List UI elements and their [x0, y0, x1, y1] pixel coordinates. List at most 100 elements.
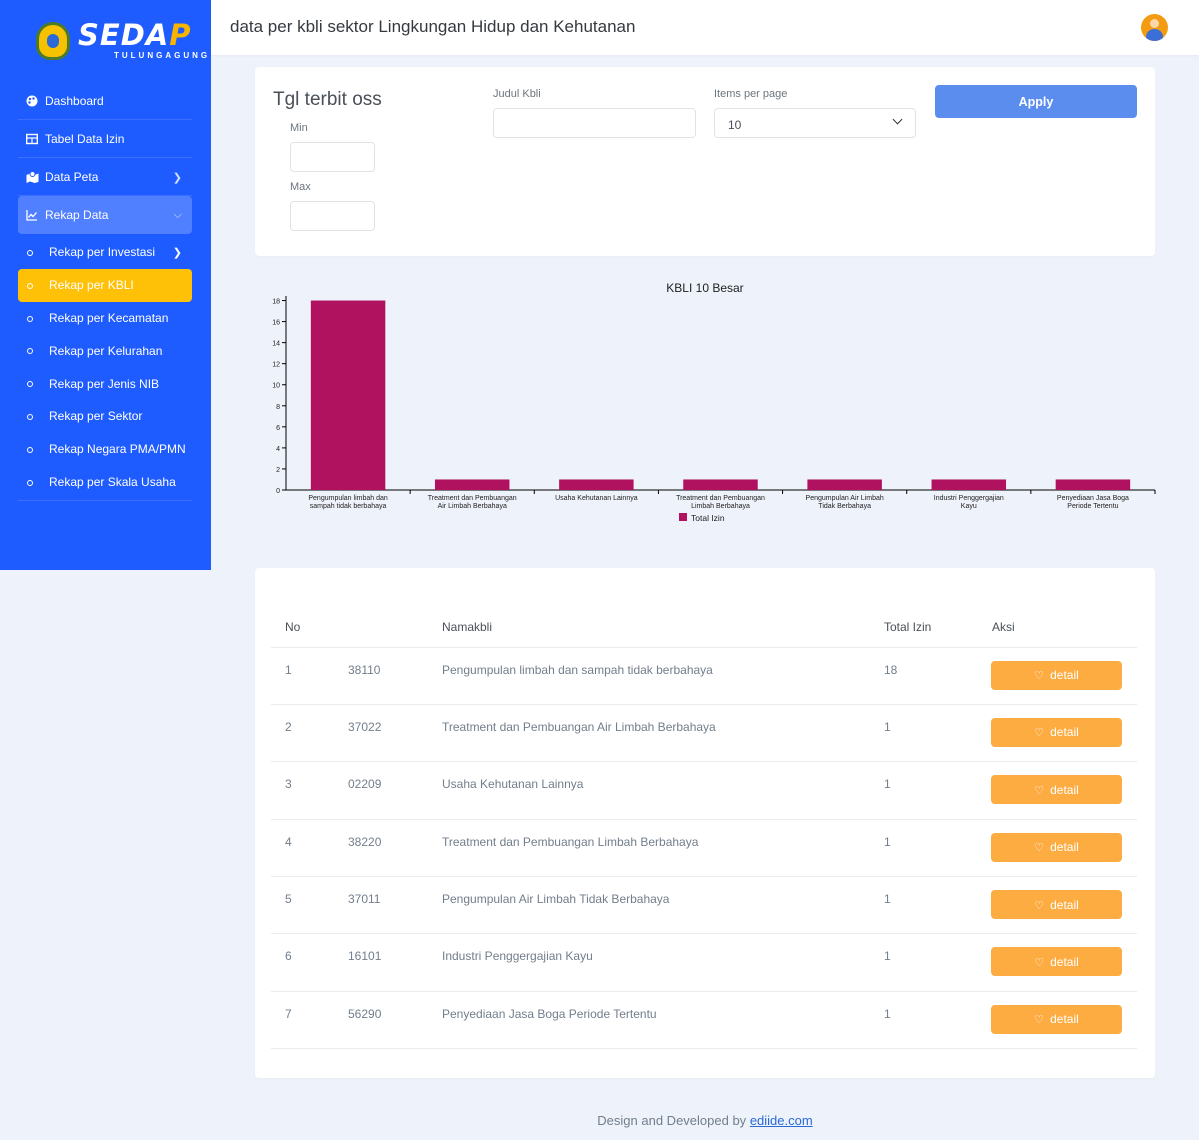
- detail-button[interactable]: ♡ detail: [991, 1004, 1122, 1034]
- cell-namakbli: Pengumpulan limbah dan sampah tidak berb…: [428, 647, 870, 705]
- cell-total-izin: 1: [870, 704, 978, 763]
- detail-button[interactable]: ♡ detail: [991, 717, 1122, 747]
- header-namakbli: Namakbli: [428, 608, 870, 648]
- bar: [1055, 479, 1131, 490]
- y-tick-label: 6: [276, 425, 280, 432]
- cell-aksi: ♡ detail: [978, 761, 1137, 820]
- bar: [559, 479, 634, 490]
- kbli-table: No Namakbli Total Izin Aksi 1 38110 Pengum…: [271, 608, 1137, 1050]
- detail-button[interactable]: ♡ detail: [991, 890, 1122, 920]
- x-tick-label: Kayu: [961, 503, 977, 510]
- sidebar-subitem-label: Rekap per Jenis NIB: [49, 376, 160, 391]
- map-icon: [26, 170, 39, 183]
- brand-subtitle: TULUNGAGUNG: [114, 51, 211, 60]
- sidebar-subitem-label: Rekap per Kecamatan: [49, 310, 169, 325]
- cell-namakbli: Pengumpulan Air Limbah Tidak Berbahaya: [428, 876, 870, 935]
- cell-no: 4: [271, 819, 334, 878]
- detail-button-label: detail: [1050, 954, 1079, 969]
- detail-button-label: detail: [1050, 1012, 1079, 1027]
- table-header-row: No Namakbli Total Izin Aksi: [271, 608, 1137, 648]
- heart-icon: ♡: [1034, 899, 1045, 912]
- y-tick-label: 2: [276, 467, 280, 474]
- sidebar-item-dashboard[interactable]: Dashboard: [18, 82, 192, 120]
- x-tick-label: sampah tidak berbahaya: [310, 503, 387, 510]
- table-row: 3 02209 Usaha Kehutanan Lainnya 1 ♡ detail: [271, 761, 1137, 820]
- min-date-input[interactable]: [290, 142, 375, 172]
- detail-button-label: detail: [1050, 782, 1079, 797]
- judul-kbli-input[interactable]: [493, 108, 696, 138]
- sidebar-subitem-rekap-investasi[interactable]: Rekap per Investasi ❯: [18, 236, 192, 269]
- legend-label: Total Izin: [691, 513, 725, 523]
- detail-button[interactable]: ♡ detail: [991, 775, 1122, 805]
- x-tick-label: Usaha Kehutanan Lainnya: [555, 495, 638, 502]
- x-tick-label: Pengumpulan Air Limbah: [806, 495, 884, 502]
- chart-svg: KBLI 10 Besar 0 2 4 6 8 10 12 14 16 18 Pengumpulan …: [272, 281, 1156, 523]
- divider: [18, 500, 192, 502]
- footer-link[interactable]: ediide.com: [750, 1113, 813, 1128]
- items-per-page-select[interactable]: 10: [714, 108, 916, 138]
- cell-kode: 37022: [334, 704, 428, 763]
- header-total-izin: Total Izin: [870, 608, 978, 648]
- y-tick-label: 12: [272, 362, 280, 369]
- bar: [683, 479, 758, 490]
- brand-name: SEDAP: [78, 18, 192, 52]
- y-tick-label: 14: [272, 341, 280, 348]
- cell-aksi: ♡ detail: [978, 876, 1137, 935]
- sidebar-subitem-label: Rekap per KBLI: [49, 278, 134, 293]
- sidebar-subitem-label: Rekap per Sektor: [49, 409, 143, 424]
- cell-total-izin: 1: [870, 819, 978, 878]
- apply-button[interactable]: Apply: [935, 85, 1137, 118]
- cell-total-izin: 1: [870, 761, 978, 820]
- sidebar-subitem-rekap-sektor[interactable]: Rekap per Sektor: [18, 400, 192, 433]
- sidebar-subitem-label: Rekap per Investasi: [49, 245, 156, 260]
- x-tick-label: Limbah Berbahaya: [691, 503, 750, 510]
- cell-aksi: ♡ detail: [978, 647, 1137, 705]
- cell-no: 3: [271, 761, 334, 820]
- min-label: Min: [290, 122, 308, 134]
- sidebar-subitem-rekap-skala-usaha[interactable]: Rekap per Skala Usaha: [18, 466, 192, 499]
- detail-button[interactable]: ♡ detail: [991, 947, 1122, 977]
- chart-title: KBLI 10 Besar: [666, 281, 743, 295]
- palette-icon: [26, 95, 38, 107]
- cell-no: 5: [271, 876, 334, 935]
- y-tick-label: 0: [276, 488, 280, 495]
- x-tick-label: Industri Penggergajian: [934, 495, 1004, 502]
- emblem-icon: [36, 22, 70, 60]
- sidebar-subitem-label: Rekap Negara PMA/PMN: [49, 442, 186, 457]
- y-tick-label: 10: [272, 383, 280, 390]
- cell-namakbli: Industri Penggergajian Kayu: [428, 933, 870, 992]
- brand-logo[interactable]: SEDAP TULUNGAGUNG: [36, 18, 207, 64]
- sidebar-item-data-peta[interactable]: Data Peta ❯: [18, 158, 192, 196]
- table-icon: [25, 133, 39, 145]
- cell-aksi: ♡ detail: [978, 991, 1137, 1050]
- sidebar-subitem-rekap-kecamatan[interactable]: Rekap per Kecamatan: [18, 302, 192, 335]
- sidebar-item-label: Rekap Data: [45, 208, 109, 222]
- table-row: 7 56290 Penyediaan Jasa Boga Periode Terte…: [271, 991, 1137, 1050]
- sidebar: SEDAP TULUNGAGUNG Dashboard Tabel Data I…: [0, 0, 211, 570]
- detail-button[interactable]: ♡ detail: [991, 832, 1122, 862]
- cell-namakbli: Usaha Kehutanan Lainnya: [428, 761, 870, 820]
- detail-button[interactable]: ♡ detail: [991, 660, 1122, 690]
- page-title: data per kbli sektor Lingkungan Hidup da…: [230, 17, 636, 36]
- sidebar-item-rekap-data[interactable]: Rekap Data ⌵: [18, 196, 192, 234]
- cell-aksi: ♡ detail: [978, 819, 1137, 878]
- header-no: No: [271, 608, 334, 648]
- sidebar-subitem-rekap-jenis-nib[interactable]: Rekap per Jenis NIB: [18, 367, 192, 400]
- cell-no: 7: [271, 991, 334, 1050]
- cell-no: 6: [271, 933, 334, 992]
- avatar[interactable]: [1141, 14, 1168, 41]
- cell-aksi: ♡ detail: [978, 933, 1137, 992]
- sidebar-subitem-rekap-kelurahan[interactable]: Rekap per Kelurahan: [18, 334, 192, 367]
- cell-kode: 38110: [334, 647, 428, 705]
- bar: [434, 479, 510, 490]
- heart-icon: ♡: [1034, 727, 1045, 740]
- sidebar-subitem-rekap-negara[interactable]: Rekap Negara PMA/PMN: [18, 433, 192, 466]
- sidebar-subitem-label: Rekap per Kelurahan: [49, 343, 163, 358]
- sidebar-item-tabel-data-izin[interactable]: Tabel Data Izin: [18, 120, 192, 158]
- heart-icon: ♡: [1034, 842, 1045, 855]
- cell-no: 1: [271, 647, 334, 705]
- items-per-page-value: 10: [728, 118, 742, 132]
- chevron-right-icon: ❯: [172, 172, 182, 184]
- sidebar-subitem-rekap-kbli[interactable]: Rekap per KBLI: [18, 268, 192, 302]
- max-date-input[interactable]: [290, 201, 375, 231]
